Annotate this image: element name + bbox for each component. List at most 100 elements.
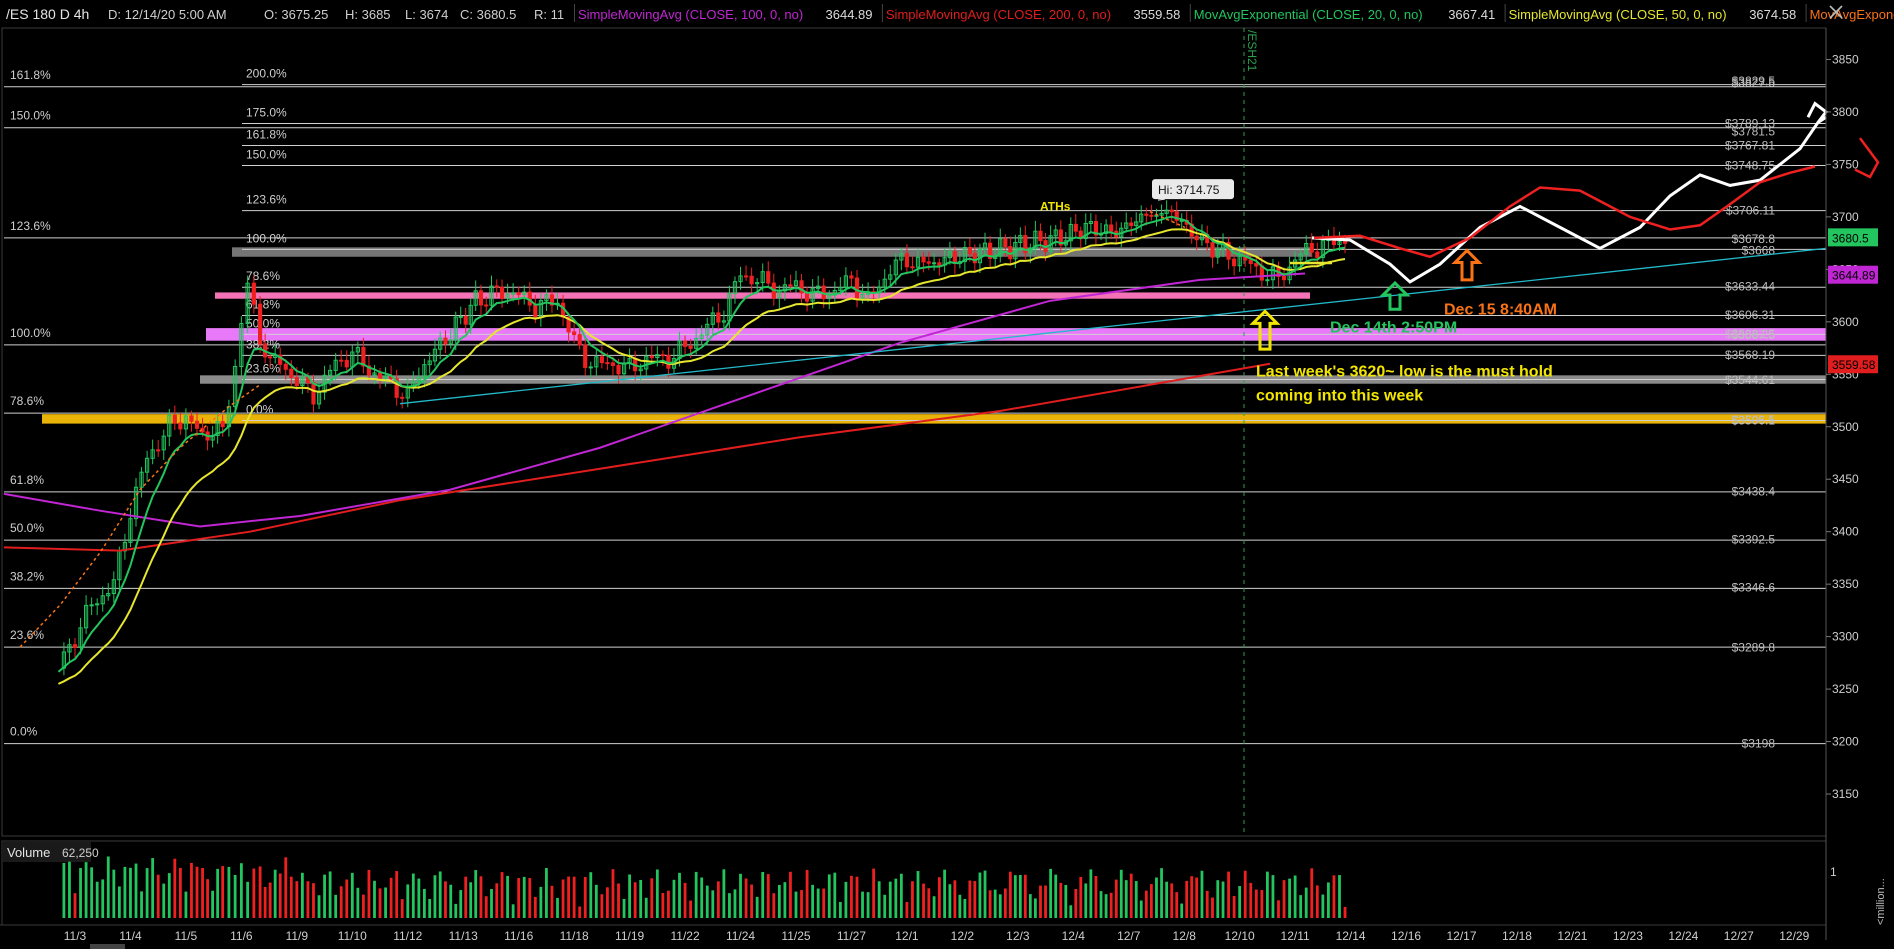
volume-bar [62,862,66,918]
candle-body [854,277,860,299]
volume-bar [95,881,99,918]
volume-bar [173,858,177,918]
volume-bar [367,869,371,918]
candle-body [904,253,910,268]
volume-bar [195,866,199,918]
note-line-1: Last week's 3620~ low is the must hold [1256,363,1553,380]
volume-bar [661,892,665,918]
volume-bar [1049,868,1053,918]
volume-bar [278,873,282,918]
candle-body [1315,251,1320,258]
candle-body [766,271,771,284]
candle-body [1248,259,1253,265]
volume-bar [973,881,977,918]
volume-bar [506,875,509,918]
volume-bar [239,863,243,918]
x-tick-label: 11/5 [175,929,198,943]
volume-bar [567,876,570,918]
volume-bar [922,883,925,918]
volume-bar [639,879,643,918]
candle-body [89,604,94,607]
volume-bar [1114,879,1118,918]
fib-label-left: 0.0% [10,725,38,739]
volume-bar [216,868,220,918]
volume-bar [927,888,931,918]
volume-bar [384,887,387,918]
volume-bar [1321,894,1325,918]
candle-body [788,284,793,287]
x-tick-label: 12/2 [951,929,975,943]
volume-bar [1211,897,1214,918]
volume-bar [811,884,815,918]
price-badge-label: 3644.89 [1832,269,1876,283]
fib-label-inner: 50.0% [246,316,280,330]
volume-bar [855,876,859,918]
y-tick-label: 3600 [1832,315,1859,329]
fib-label-left: 38.2% [10,569,44,583]
volume-bar [838,901,842,918]
candle-body [1109,224,1114,232]
volume-label: Volume [7,845,50,860]
volume-bar [444,881,447,918]
volume-bar [356,887,360,918]
volume-bar [550,885,554,918]
volume-bar [84,862,88,918]
candle-body [72,644,78,648]
volume-bar [533,896,537,918]
candle-body [377,372,383,379]
candle-body [1194,235,1199,241]
candle-body [499,286,505,299]
volume-bar [1094,876,1098,918]
fib-label-inner: 175.0% [246,105,287,119]
volume-bar [1288,878,1291,918]
x-tick-label: 12/8 [1173,929,1197,943]
volume-bar [339,886,343,918]
candle-body [1210,242,1215,258]
volume-bar [517,878,521,918]
volume-panel: Volume 62,250 1 <million... [1,840,1887,926]
price-level-label: $3198 [1742,737,1776,751]
study-value: 3667.41 [1448,7,1495,22]
symbol-label[interactable]: /ES 180 D 4h [6,6,89,22]
y-tick-label: 3300 [1832,630,1859,644]
volume-bar [459,890,463,918]
volume-bar [650,878,654,918]
volume-bar [1195,877,1199,918]
volume-bar [916,871,920,918]
volume-bar [300,872,304,918]
volume-bar [1018,874,1022,918]
volume-bar [800,890,803,918]
candle-body [1144,213,1149,216]
volume-bar [252,868,256,918]
candle-body [400,396,405,399]
x-tick-label: 11/12 [393,929,422,943]
volume-bar [1227,871,1230,918]
y-tick-label: 3750 [1832,157,1859,171]
volume-bar [123,866,127,918]
volume-bar [1054,874,1058,918]
volume-bar [998,894,1002,918]
price-level-label: $3827.5 [1732,76,1776,90]
study-value: 3559.58 [1133,7,1180,22]
candle-body [1149,214,1154,217]
volume-bar [79,868,82,918]
volume-bar [328,871,332,918]
candle-body [283,363,288,370]
candle-body [1281,275,1287,281]
resistance-zone [232,247,1312,257]
volume-bar [1232,896,1236,918]
volume-bar [1084,883,1088,918]
candle-body [156,449,161,452]
volume-bar [572,876,576,918]
volume-bar [644,897,648,918]
fib-label-inner: 61.8% [246,298,280,312]
open-label: O: 3675.25 [264,7,328,22]
study-value: 3644.89 [826,7,873,22]
volume-bar [206,879,209,918]
candle-body [952,251,957,264]
x-tick-label: 11/6 [230,929,253,943]
volume-bar [911,881,914,918]
volume-bar [705,885,709,918]
volume-bar [1099,891,1103,918]
x-tick-label: 12/24 [1668,929,1698,943]
